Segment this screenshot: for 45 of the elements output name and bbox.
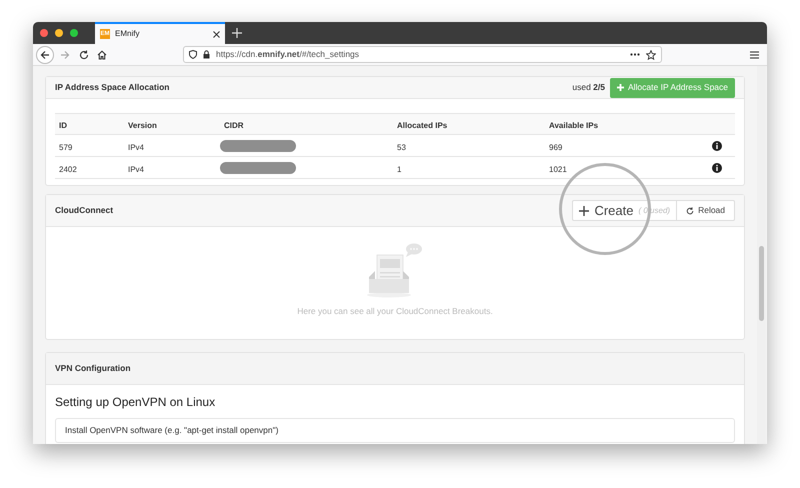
- info-icon[interactable]: [712, 162, 722, 172]
- column-header: Allocated IPs: [397, 121, 448, 130]
- maximize-window-icon[interactable]: [70, 29, 78, 37]
- star-icon[interactable]: [646, 50, 656, 60]
- panel-title: VPN Configuration: [55, 362, 131, 375]
- column-header: ID: [59, 121, 67, 130]
- section-heading: Setting up OpenVPN on Linux: [55, 394, 216, 411]
- step-text: Install OpenVPN software (e.g. "apt-get install openvpn"): [65, 424, 278, 437]
- reload-icon[interactable]: [79, 50, 89, 60]
- reload-button[interactable]: Reload: [677, 200, 736, 221]
- column-header: Version: [128, 121, 157, 130]
- shield-icon: [189, 50, 197, 59]
- reload-icon: [686, 206, 694, 214]
- url-text: https://cdn.emnify.net/#/tech_settings: [216, 48, 360, 61]
- table-cell: 1021: [549, 164, 567, 174]
- close-window-icon[interactable]: [40, 29, 48, 37]
- info-icon[interactable]: [712, 140, 722, 150]
- panel-title: IP Address Space Allocation: [55, 81, 170, 94]
- lock-icon: [203, 50, 210, 59]
- table-cell: 969: [549, 142, 562, 152]
- back-arrow-icon: [40, 50, 50, 60]
- address-bar[interactable]: https://cdn.emnify.net/#/tech_settings: [183, 46, 662, 63]
- minimize-window-icon[interactable]: [55, 29, 63, 37]
- more-icon[interactable]: [630, 53, 640, 56]
- usage-text: used 2/5: [572, 81, 605, 94]
- table-cell: 1: [397, 164, 402, 174]
- menu-icon[interactable]: [750, 50, 759, 58]
- back-button[interactable]: [36, 46, 54, 64]
- column-header: CIDR: [224, 121, 244, 130]
- usage-count: ( 0 used): [638, 204, 670, 216]
- empty-state-text: Here you can see all your CloudConnect Breakouts.: [297, 305, 493, 318]
- table-cell: 2402: [59, 164, 77, 174]
- create-button[interactable]: Create ( 0 used): [572, 200, 678, 221]
- home-icon[interactable]: [97, 50, 107, 60]
- plus-icon[interactable]: [232, 28, 242, 38]
- plus-icon: [579, 206, 590, 216]
- table-cell: 579: [59, 142, 72, 152]
- table-cell: IPv4: [128, 164, 144, 174]
- column-header: Available IPs: [549, 121, 598, 130]
- plus-icon: [616, 84, 624, 91]
- close-icon[interactable]: [213, 30, 220, 38]
- panel-title: CloudConnect: [55, 204, 114, 217]
- table-cell: 53: [397, 142, 406, 152]
- table-cell: IPv4: [128, 142, 144, 152]
- tab-title: EMnify: [115, 28, 140, 40]
